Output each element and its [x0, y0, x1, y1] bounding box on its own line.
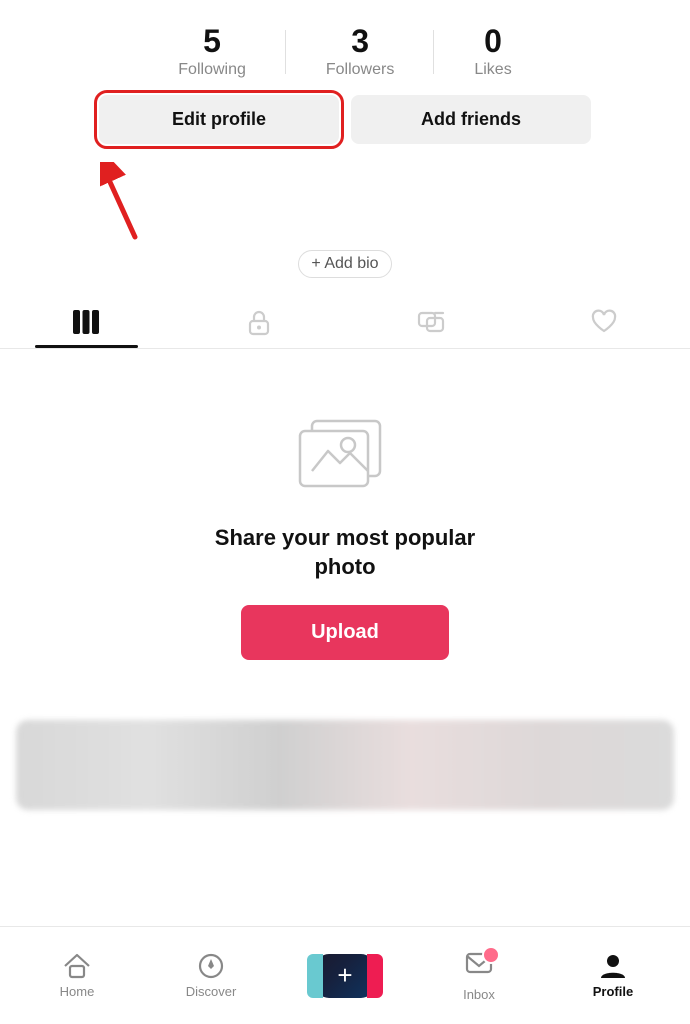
create-button[interactable]: +	[315, 954, 375, 998]
following-label: Following	[178, 61, 246, 79]
nav-inbox-label: Inbox	[463, 987, 495, 1002]
likes-stat[interactable]: 0 Likes	[434, 24, 551, 79]
nav-home-label: Home	[60, 984, 95, 999]
nav-item-discover[interactable]: Discover	[144, 952, 278, 999]
followers-count: 3	[351, 24, 369, 59]
nav-profile-label: Profile	[593, 984, 633, 999]
edit-profile-button[interactable]: Edit profile	[99, 95, 339, 144]
followers-stat[interactable]: 3 Followers	[286, 24, 434, 79]
nav-item-create[interactable]: +	[278, 954, 412, 998]
action-buttons: Edit profile Add friends	[0, 95, 690, 158]
tab-private[interactable]	[173, 308, 346, 348]
red-arrow-icon	[100, 162, 170, 242]
grid-icon	[71, 308, 101, 336]
tab-repost[interactable]	[345, 308, 518, 348]
empty-state: Share your most popularphoto Upload	[0, 349, 690, 700]
lock-icon	[245, 308, 273, 336]
add-bio-section: + Add bio	[0, 242, 690, 298]
add-friends-button[interactable]: Add friends	[351, 95, 591, 144]
tab-likes[interactable]	[518, 308, 690, 348]
bottom-nav: Home Discover + Inbox Profile	[0, 926, 690, 1024]
add-bio-button[interactable]: + Add bio	[298, 250, 391, 278]
inbox-icon-wrapper	[464, 950, 494, 983]
heart-icon	[589, 308, 619, 336]
followers-label: Followers	[326, 61, 394, 79]
likes-label: Likes	[474, 61, 511, 79]
ad-banner	[16, 720, 674, 810]
upload-button[interactable]: Upload	[241, 605, 449, 660]
plus-icon: +	[337, 960, 352, 991]
arrow-annotation	[0, 162, 690, 242]
nav-item-home[interactable]: Home	[10, 952, 144, 999]
nav-item-inbox[interactable]: Inbox	[412, 950, 546, 1002]
likes-count: 0	[484, 24, 502, 59]
nav-item-profile[interactable]: Profile	[546, 952, 680, 999]
nav-discover-label: Discover	[186, 984, 237, 999]
stats-row: 5 Following 3 Followers 0 Likes	[0, 0, 690, 95]
gallery-icon	[290, 409, 400, 499]
repost-icon	[416, 308, 446, 336]
photo-placeholder-icon	[290, 409, 400, 504]
profile-icon	[598, 952, 628, 980]
home-icon	[62, 952, 92, 980]
following-count: 5	[203, 24, 221, 59]
inbox-badge	[482, 946, 500, 964]
following-stat[interactable]: 5 Following	[138, 24, 286, 79]
tab-row	[0, 298, 690, 349]
empty-state-title: Share your most popularphoto	[215, 524, 475, 581]
tab-videos[interactable]	[0, 308, 173, 348]
compass-icon	[196, 952, 226, 980]
